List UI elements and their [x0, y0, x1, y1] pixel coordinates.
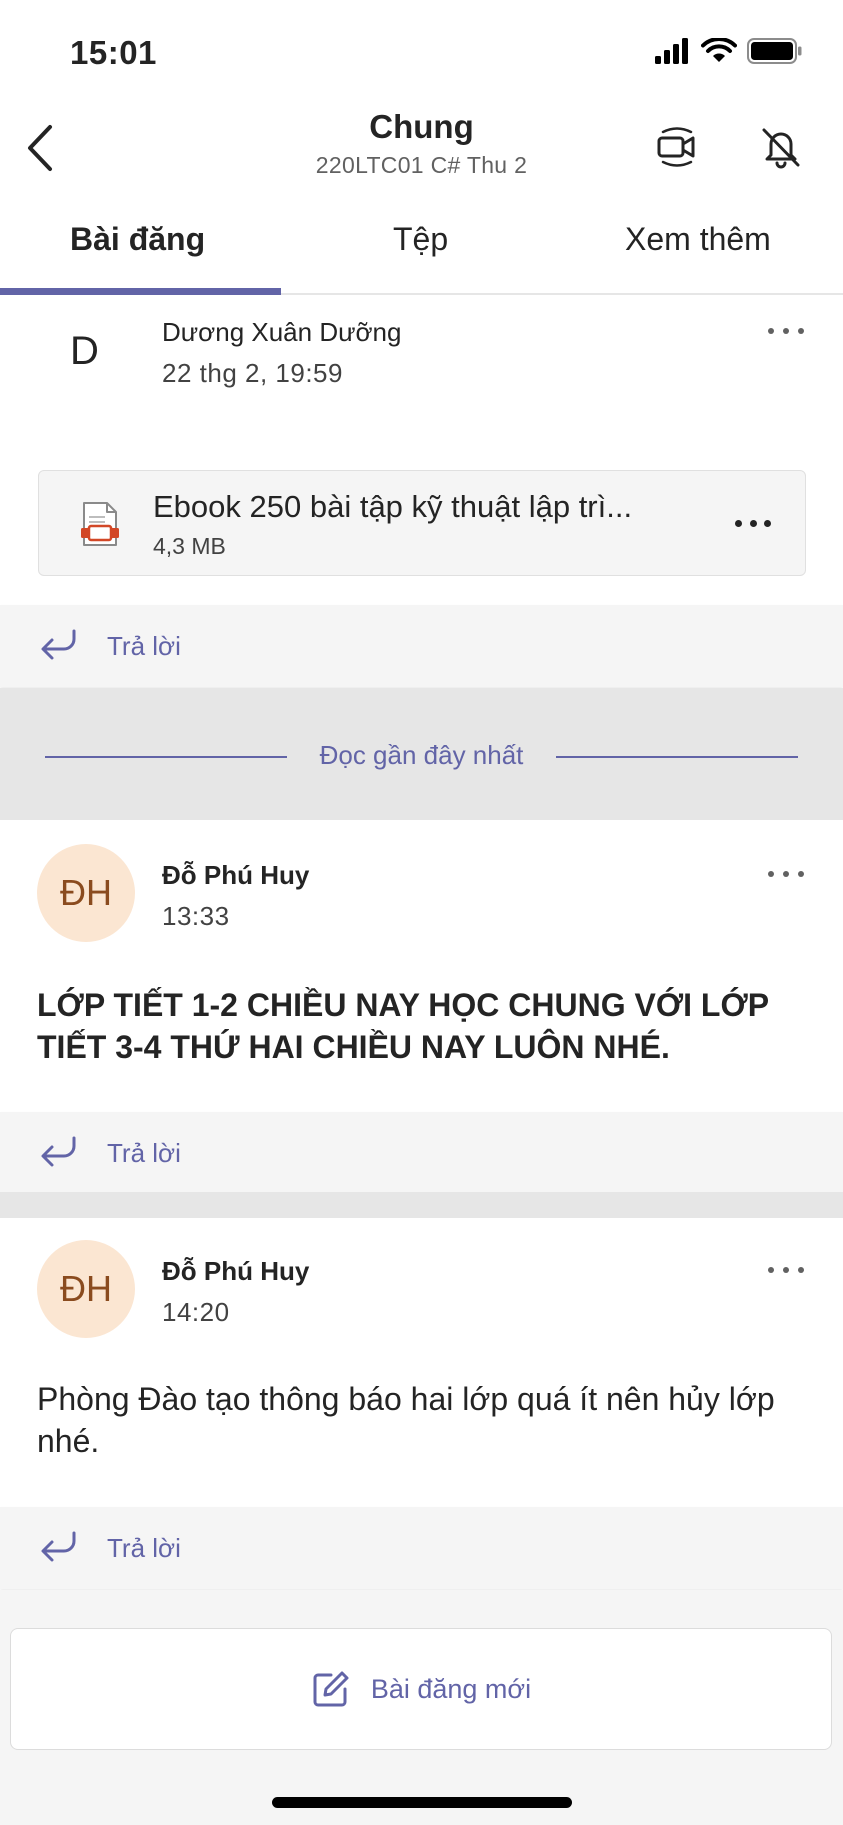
post-body: LỚP TIẾT 1-2 CHIỀU NAY HỌC CHUNG VỚI LỚP… — [37, 987, 769, 1065]
status-icons — [655, 38, 803, 64]
tab-bar: Bài đăng Tệp Xem thêm — [0, 205, 843, 295]
avatar: ĐH — [37, 1240, 135, 1338]
post-gap — [0, 1192, 843, 1218]
compose-area: Bài đăng mới — [0, 1590, 843, 1825]
dot — [783, 1267, 789, 1273]
tab-files[interactable]: Tệp — [393, 221, 448, 258]
reply-button[interactable]: Trả lời — [0, 1507, 843, 1589]
dot — [798, 1267, 804, 1273]
post-time: 14:20 — [162, 1297, 230, 1327]
post-more-button[interactable] — [768, 321, 804, 341]
battery-icon — [747, 38, 802, 64]
post-author: Đỗ Phú Huy — [162, 1256, 310, 1286]
bell-off-icon — [762, 128, 800, 169]
reply-label: Trả lời — [107, 631, 181, 661]
post-card: ĐH Đỗ Phú Huy 14:20 Phòng Đào tạo thông … — [0, 1218, 843, 1508]
dot — [768, 1267, 774, 1273]
reply-button[interactable]: Trả lời — [0, 1112, 843, 1194]
new-post-button[interactable]: Bài đăng mới — [10, 1628, 832, 1750]
video-meet-icon — [657, 127, 695, 167]
post-author: Dương Xuân Dưỡng — [162, 317, 402, 347]
meet-button[interactable] — [652, 122, 702, 172]
new-post-label: Bài đăng mới — [370, 1673, 532, 1704]
dot — [783, 871, 789, 877]
reply-arrow-icon — [41, 1136, 76, 1167]
channel-header: Chung 220LTC01 C# Thu 2 — [0, 100, 843, 200]
avatar: ĐH — [37, 844, 135, 942]
post-more-button[interactable] — [768, 864, 804, 884]
dot — [798, 871, 804, 877]
reply-label: Trả lời — [107, 1533, 181, 1563]
reply-button[interactable]: Trả lời — [0, 605, 843, 687]
dot — [768, 871, 774, 877]
dot — [783, 328, 789, 334]
new-post-content: Bài đăng mới — [11, 1669, 831, 1709]
post-body: Phòng Đào tạo thông báo hai lớp quá ít n… — [37, 1381, 775, 1459]
mute-notifications-button[interactable] — [756, 122, 806, 172]
dot — [798, 328, 804, 334]
wifi-icon — [701, 38, 737, 62]
post-card: ĐH Đỗ Phú Huy 13:33 LỚP TIẾT 1-2 CHIỀU N… — [0, 820, 843, 1110]
reply-label: Trả lời — [107, 1138, 181, 1168]
post-time: 13:33 — [162, 901, 230, 931]
attachment-file-size: 4,3 MB — [153, 533, 226, 559]
cellular-signal-icon — [655, 38, 688, 64]
post-more-button[interactable] — [768, 1260, 804, 1280]
home-indicator[interactable] — [272, 1797, 572, 1808]
powerpoint-file-icon — [81, 501, 119, 552]
channel-subtitle: 220LTC01 C# Thu 2 — [315, 152, 528, 178]
attachment-file-name: Ebook 250 bài tập kỹ thuật lập trì... — [153, 489, 633, 524]
dot — [768, 328, 774, 334]
tab-more[interactable]: Xem thêm — [625, 221, 771, 258]
reply-arrow-icon — [41, 629, 76, 660]
active-tab-indicator — [0, 288, 281, 295]
post-author: Đỗ Phú Huy — [162, 860, 310, 890]
dot — [735, 519, 742, 527]
channel-title: Chung — [369, 108, 474, 145]
status-bar: 15:01 — [0, 0, 843, 100]
dot — [764, 519, 771, 527]
reply-arrow-icon — [41, 1531, 76, 1562]
attachment-more-button[interactable] — [735, 517, 771, 529]
channel-title-block: Chung 220LTC01 C# Thu 2 — [0, 108, 843, 179]
tab-posts[interactable]: Bài đăng — [70, 221, 205, 258]
dot — [749, 519, 757, 527]
avatar: D — [70, 329, 99, 373]
last-read-separator: Đọc gần đây nhất — [0, 688, 843, 820]
separator-line — [556, 756, 798, 758]
post-time: 22 thg 2, 19:59 — [162, 358, 343, 388]
compose-icon — [313, 1671, 349, 1707]
file-attachment[interactable]: Ebook 250 bài tập kỹ thuật lập trì... 4,… — [38, 470, 806, 576]
status-time: 15:01 — [70, 34, 157, 71]
